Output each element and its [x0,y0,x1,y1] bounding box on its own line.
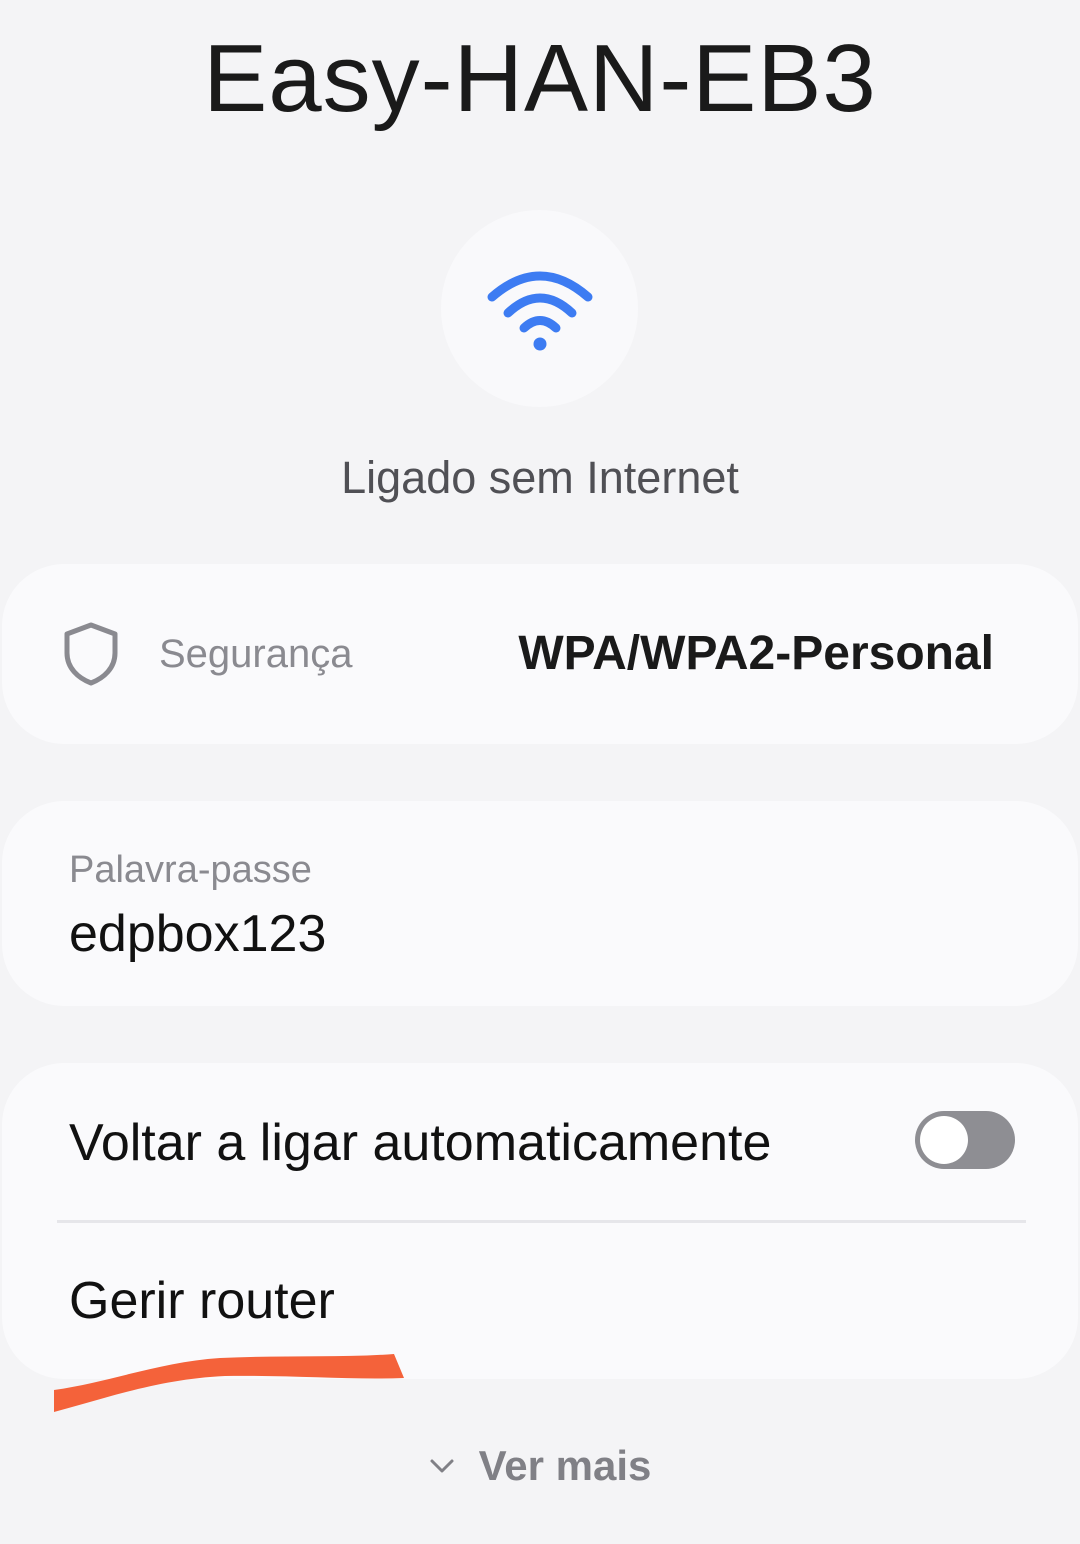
password-value[interactable]: edpbox123 [69,901,326,967]
toggle-knob [920,1116,968,1164]
manage-router-link[interactable]: Gerir router [69,1269,335,1333]
password-field[interactable]: Palavra-passe edpbox123 [2,801,1078,1006]
security-value: WPA/WPA2-Personal [518,627,994,680]
chevron-down-icon [430,1459,454,1473]
options-card: Voltar a ligar automaticamente Gerir rou… [2,1063,1078,1379]
see-more-button[interactable]: Ver mais [0,1436,1080,1496]
wifi-icon [487,271,592,350]
auto-reconnect-label[interactable]: Voltar a ligar automaticamente [69,1111,771,1175]
auto-reconnect-toggle[interactable] [915,1111,1015,1169]
connection-status: Ligado sem Internet [341,452,739,503]
password-label: Palavra-passe [69,849,312,891]
wifi-network-details-screen: Easy-HAN-EB3 Ligado sem Internet Seguran… [0,0,1080,1544]
divider [57,1220,1026,1223]
shield-icon [64,622,118,686]
network-name-title: Easy-HAN-EB3 [203,25,877,132]
security-card: Segurança WPA/WPA2-Personal [2,564,1078,744]
see-more-label: Ver mais [478,1442,652,1489]
wifi-status-badge [441,210,638,407]
annotation-underline-mark [54,1354,404,1412]
security-label: Segurança [159,632,353,676]
